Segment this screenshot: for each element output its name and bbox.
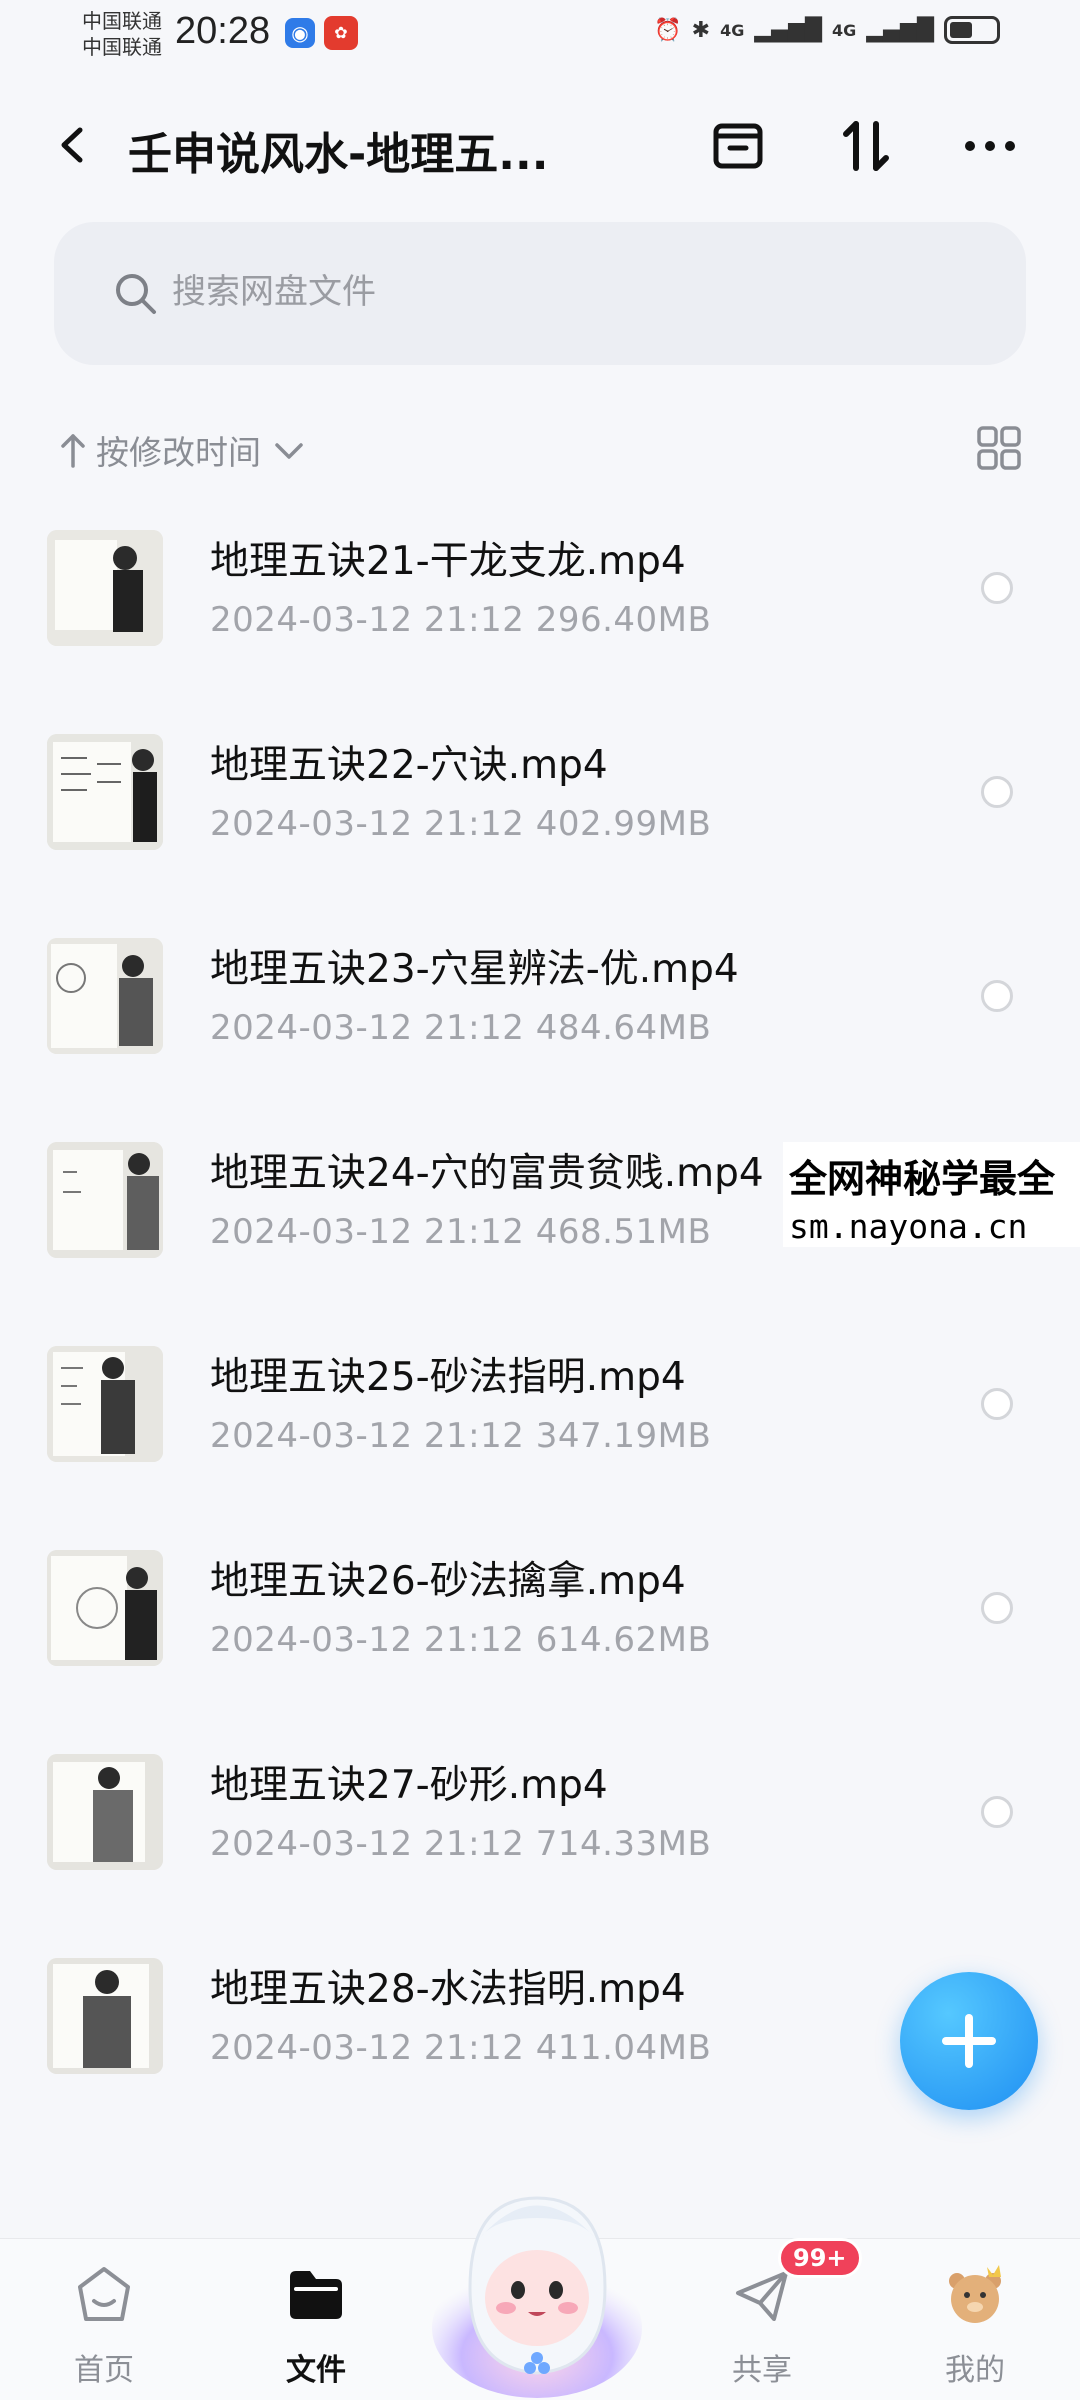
file-name: 地理五诀23-穴星辨法-优.mp4 (210, 947, 739, 992)
file-name: 地理五诀26-砂法擒拿.mp4 (210, 1559, 686, 1604)
video-thumbnail (47, 734, 163, 850)
nav-home[interactable]: 首页 (24, 2263, 184, 2389)
signal-label-2: 4G (832, 20, 857, 40)
carrier-2: 中国联通 (82, 35, 162, 59)
file-name: 地理五诀28-水法指明.mp4 (210, 1967, 686, 2012)
file-row[interactable]: 地理五诀21-干龙支龙.mp4 2024-03-12 21:12 296.40M… (0, 510, 1080, 714)
arrow-up-icon (61, 434, 85, 468)
file-row[interactable]: 地理五诀23-穴星辨法-优.mp4 2024-03-12 21:12 484.6… (0, 918, 1080, 1122)
carrier-1: 中国联通 (82, 9, 162, 33)
select-checkbox[interactable] (981, 572, 1013, 604)
video-thumbnail (47, 1142, 163, 1258)
file-meta: 2024-03-12 21:12 484.64MB (210, 1008, 712, 1048)
file-meta: 2024-03-12 21:12 614.62MB (210, 1620, 712, 1660)
select-checkbox[interactable] (981, 1592, 1013, 1624)
file-meta: 2024-03-12 21:12 468.51MB (210, 1212, 712, 1252)
share-badge: 99+ (778, 2238, 862, 2278)
file-meta: 2024-03-12 21:12 296.40MB (210, 600, 712, 640)
chevron-down-icon (275, 443, 303, 459)
watermark-title: 全网神秘学最全 (789, 1157, 1056, 1201)
notification-app-icon-2: ✿ (324, 16, 358, 50)
bear-avatar-icon (949, 2265, 1001, 2323)
video-thumbnail (47, 1754, 163, 1870)
select-checkbox[interactable] (981, 776, 1013, 808)
nav-share[interactable]: 共享 (682, 2263, 842, 2389)
file-name: 地理五诀27-砂形.mp4 (210, 1763, 608, 1808)
nav-files[interactable]: 文件 (236, 2263, 396, 2389)
header: 壬申说风水-地理五... (0, 100, 1080, 190)
signal-label-1: 4G (720, 20, 745, 40)
archive-icon[interactable] (708, 116, 768, 176)
watermark-url: sm.nayona.cn (789, 1207, 1028, 1246)
nav-share-label: 共享 (732, 2353, 792, 2388)
video-thumbnail (47, 938, 163, 1054)
more-options-icon[interactable] (960, 116, 1020, 176)
file-row[interactable]: 地理五诀26-砂法擒拿.mp4 2024-03-12 21:12 614.62M… (0, 1530, 1080, 1734)
search-bar[interactable] (54, 222, 1026, 365)
bluetooth-icon: ✱ (691, 17, 711, 43)
status-bar: 中国联通 中国联通 20:28 ◉ ✿ ⏰ ✱ 4G ▂▄▆█ 4G ▂▄▆█ (0, 0, 1080, 72)
notification-app-icon: ◉ (285, 18, 315, 48)
file-name: 地理五诀21-干龙支龙.mp4 (210, 539, 686, 584)
sort-label: 按修改时间 (96, 433, 261, 472)
watermark-overlay: 全网神秘学最全 sm.nayona.cn (783, 1142, 1080, 1247)
file-meta: 2024-03-12 21:12 347.19MB (210, 1416, 712, 1456)
status-time: 20:28 (175, 10, 271, 52)
folder-icon (290, 2271, 342, 2319)
file-meta: 2024-03-12 21:12 411.04MB (210, 2028, 712, 2068)
signal-icon: ▂▄▆█ (754, 17, 823, 43)
file-row[interactable]: 地理五诀22-穴诀.mp4 2024-03-12 21:12 402.99MB (0, 714, 1080, 918)
add-button[interactable] (900, 1972, 1038, 2110)
file-meta: 2024-03-12 21:12 402.99MB (210, 804, 712, 844)
assistant-mascot-icon[interactable] (430, 2178, 645, 2400)
select-checkbox[interactable] (981, 1796, 1013, 1828)
home-icon (78, 2267, 130, 2321)
video-thumbnail (47, 1958, 163, 2074)
file-meta: 2024-03-12 21:12 714.33MB (210, 1824, 712, 1864)
nav-files-label: 文件 (286, 2353, 346, 2388)
nav-mine-label: 我的 (945, 2353, 1005, 2388)
file-row[interactable]: 地理五诀27-砂形.mp4 2024-03-12 21:12 714.33MB (0, 1734, 1080, 1938)
carrier-labels: 中国联通 中国联通 (82, 8, 162, 60)
select-checkbox[interactable] (981, 980, 1013, 1012)
page-title: 壬申说风水-地理五... (128, 129, 549, 180)
select-checkbox[interactable] (981, 1388, 1013, 1420)
battery-icon (944, 16, 1000, 44)
grid-view-icon[interactable] (975, 424, 1023, 472)
nav-mine[interactable]: 我的 (895, 2263, 1055, 2389)
sort-selector[interactable]: 按修改时间 (56, 420, 309, 480)
status-indicators: ⏰ ✱ 4G ▂▄▆█ 4G ▂▄▆█ (654, 16, 1000, 44)
sort-order-icon[interactable] (836, 116, 896, 176)
search-input[interactable] (172, 262, 872, 322)
video-thumbnail (47, 530, 163, 646)
file-row[interactable]: 地理五诀25-砂法指明.mp4 2024-03-12 21:12 347.19M… (0, 1326, 1080, 1530)
signal-icon-2: ▂▄▆█ (866, 17, 934, 43)
file-name: 地理五诀24-穴的富贵贫贱.mp4 (210, 1151, 764, 1196)
file-name: 地理五诀25-砂法指明.mp4 (210, 1355, 686, 1400)
video-thumbnail (47, 1346, 163, 1462)
back-arrow-icon[interactable] (50, 120, 100, 170)
alarm-icon: ⏰ (654, 17, 682, 43)
nav-home-label: 首页 (74, 2353, 134, 2388)
search-icon (116, 274, 156, 314)
video-thumbnail (47, 1550, 163, 1666)
file-name: 地理五诀22-穴诀.mp4 (210, 743, 608, 788)
